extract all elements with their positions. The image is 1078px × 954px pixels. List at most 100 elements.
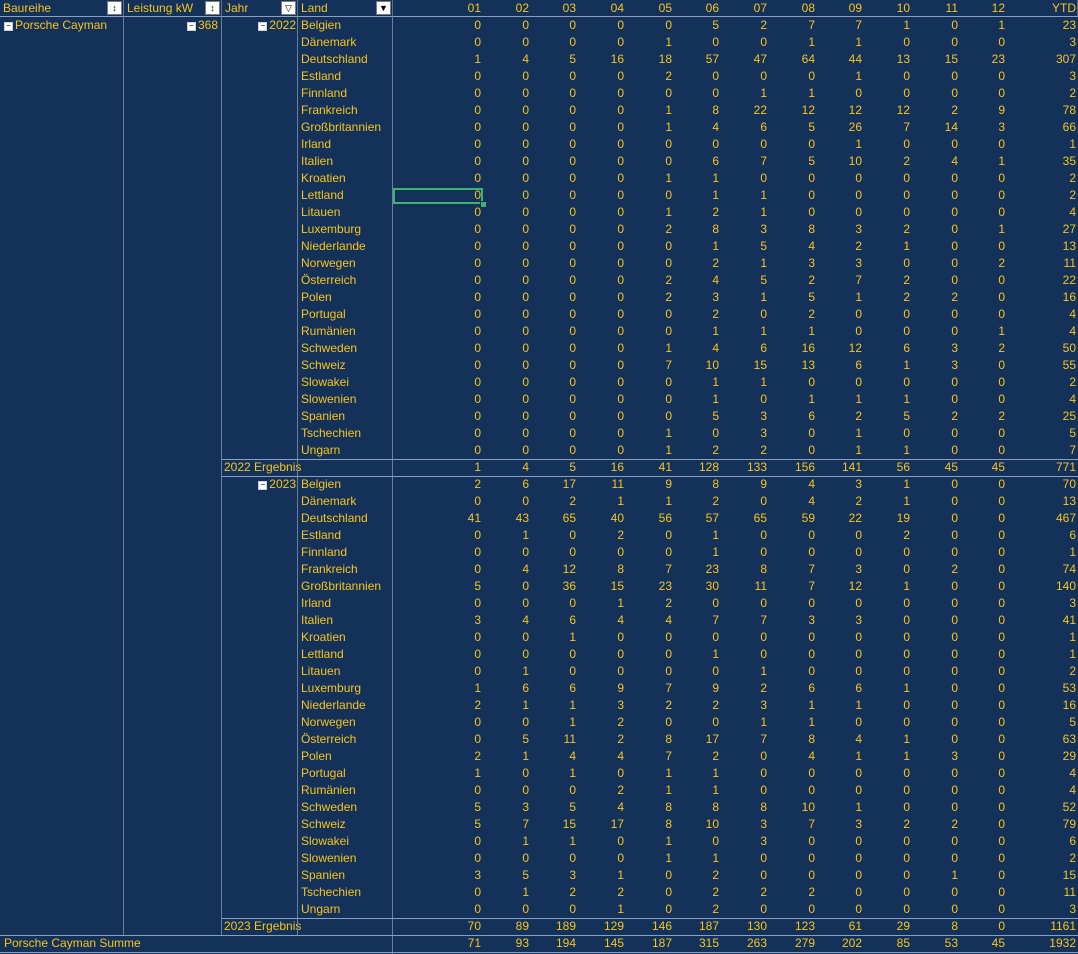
data-row-cell[interactable]: 2 [914,408,958,425]
data-row-cell[interactable]: 0 [723,527,767,544]
data-row-cell[interactable]: 1 [437,51,481,68]
data-row-cell[interactable]: 23 [675,561,719,578]
country-label[interactable]: Großbritannien [301,578,381,595]
country-label[interactable]: Portugal [301,765,346,782]
data-row-cell[interactable]: 0 [485,425,529,442]
year-total-row-cell[interactable]: 133 [723,459,767,476]
data-row-cell[interactable]: 6 [866,340,910,357]
data-row-cell[interactable]: 0 [771,425,815,442]
data-row-cell[interactable]: 0 [580,850,624,867]
year-total-row-cell[interactable]: 123 [771,918,815,935]
data-row-cell[interactable]: 0 [580,34,624,51]
data-row-cell[interactable]: 6 [771,408,815,425]
collapse-icon[interactable]: − [186,22,196,31]
data-row-cell[interactable]: 0 [628,544,672,561]
data-row-cell[interactable]: 8 [675,221,719,238]
data-row-cell[interactable]: 1 [675,238,719,255]
data-row-cell[interactable]: 0 [532,663,576,680]
data-row-cell[interactable]: 1 [532,697,576,714]
data-row-cell[interactable]: 1 [723,204,767,221]
data-row-cell[interactable]: 0 [437,561,481,578]
data-row-cell[interactable]: 0 [866,374,910,391]
data-row-cell[interactable]: 0 [532,255,576,272]
data-row-ytd[interactable]: 4 [1032,765,1076,782]
data-row-cell[interactable]: 0 [485,289,529,306]
collapse-icon[interactable]: − [258,22,268,31]
data-row-cell[interactable]: 1 [866,442,910,459]
data-row-cell[interactable]: 1 [580,595,624,612]
data-row-cell[interactable]: 0 [818,629,862,646]
data-row-cell[interactable]: 2 [771,306,815,323]
data-row-cell[interactable]: 4 [580,799,624,816]
data-row-cell[interactable]: 2 [628,697,672,714]
data-row-cell[interactable]: 1 [818,289,862,306]
data-row-cell[interactable]: 0 [961,68,1005,85]
grand-total-row-cell[interactable]: 315 [675,935,719,952]
data-row-cell[interactable]: 1 [818,748,862,765]
data-row-cell[interactable]: 0 [961,850,1005,867]
data-row-cell[interactable]: 0 [485,85,529,102]
data-row-cell[interactable]: 64 [771,51,815,68]
country-label[interactable]: Slowakei [301,374,349,391]
data-row-cell[interactable]: 7 [628,357,672,374]
data-row-cell[interactable]: 0 [580,408,624,425]
data-row-cell[interactable]: 0 [485,340,529,357]
year-total-row-ytd[interactable]: 771 [1032,459,1076,476]
grand-total-row-ytd[interactable]: 1932 [1032,935,1076,952]
data-row-cell[interactable]: 3 [818,476,862,493]
data-row-cell[interactable]: 0 [580,306,624,323]
data-row-cell[interactable]: 3 [723,833,767,850]
data-row-ytd[interactable]: 52 [1032,799,1076,816]
data-row-cell[interactable]: 3 [723,408,767,425]
data-row-cell[interactable]: 9 [675,680,719,697]
data-row-cell[interactable]: 10 [771,799,815,816]
data-row-cell[interactable]: 8 [675,102,719,119]
data-row-ytd[interactable]: 4 [1032,323,1076,340]
data-row-ytd[interactable]: 5 [1032,714,1076,731]
data-row-cell[interactable]: 2 [675,867,719,884]
data-row-cell[interactable]: 17 [675,731,719,748]
data-row-cell[interactable]: 5 [485,731,529,748]
data-row-cell[interactable]: 0 [675,714,719,731]
data-row-ytd[interactable]: 25 [1032,408,1076,425]
country-label[interactable]: Polen [301,289,332,306]
data-row-cell[interactable]: 0 [485,102,529,119]
data-row-ytd[interactable]: 467 [1032,510,1076,527]
data-row-cell[interactable]: 1 [628,204,672,221]
grand-total-row-cell[interactable]: 85 [866,935,910,952]
data-row-cell[interactable]: 0 [532,170,576,187]
data-row-cell[interactable]: 0 [580,136,624,153]
data-row-cell[interactable]: 4 [914,153,958,170]
data-row-cell[interactable]: 0 [818,187,862,204]
data-row-cell[interactable]: 0 [580,153,624,170]
country-label[interactable]: Italien [301,153,333,170]
data-row-cell[interactable]: 0 [532,595,576,612]
data-row-cell[interactable]: 0 [818,663,862,680]
country-label[interactable]: Luxemburg [301,221,361,238]
data-row-cell[interactable]: 0 [914,731,958,748]
data-row-cell[interactable]: 0 [771,595,815,612]
data-row-cell[interactable]: 0 [961,170,1005,187]
country-label[interactable]: Großbritannien [301,119,381,136]
data-row-cell[interactable]: 0 [532,187,576,204]
country-label[interactable]: Deutschland [301,510,368,527]
data-row-cell[interactable]: 12 [866,102,910,119]
country-label[interactable]: Finnland [301,85,347,102]
country-label[interactable]: Schweden [301,340,357,357]
data-row-cell[interactable]: 1 [866,493,910,510]
data-row-ytd[interactable]: 4 [1032,204,1076,221]
data-row-cell[interactable]: 7 [485,816,529,833]
data-row-cell[interactable]: 0 [485,442,529,459]
data-row-cell[interactable]: 22 [723,102,767,119]
country-label[interactable]: Ungarn [301,901,340,918]
data-row-cell[interactable]: 0 [961,680,1005,697]
data-row-cell[interactable]: 1 [628,493,672,510]
data-row-cell[interactable]: 0 [723,306,767,323]
data-row-cell[interactable]: 0 [866,85,910,102]
country-label[interactable]: Irland [301,595,331,612]
fill-handle[interactable] [480,201,487,208]
data-row-cell[interactable]: 7 [628,561,672,578]
data-row-cell[interactable]: 1 [675,765,719,782]
data-row-cell[interactable]: 0 [485,714,529,731]
data-row-cell[interactable]: 2 [580,782,624,799]
